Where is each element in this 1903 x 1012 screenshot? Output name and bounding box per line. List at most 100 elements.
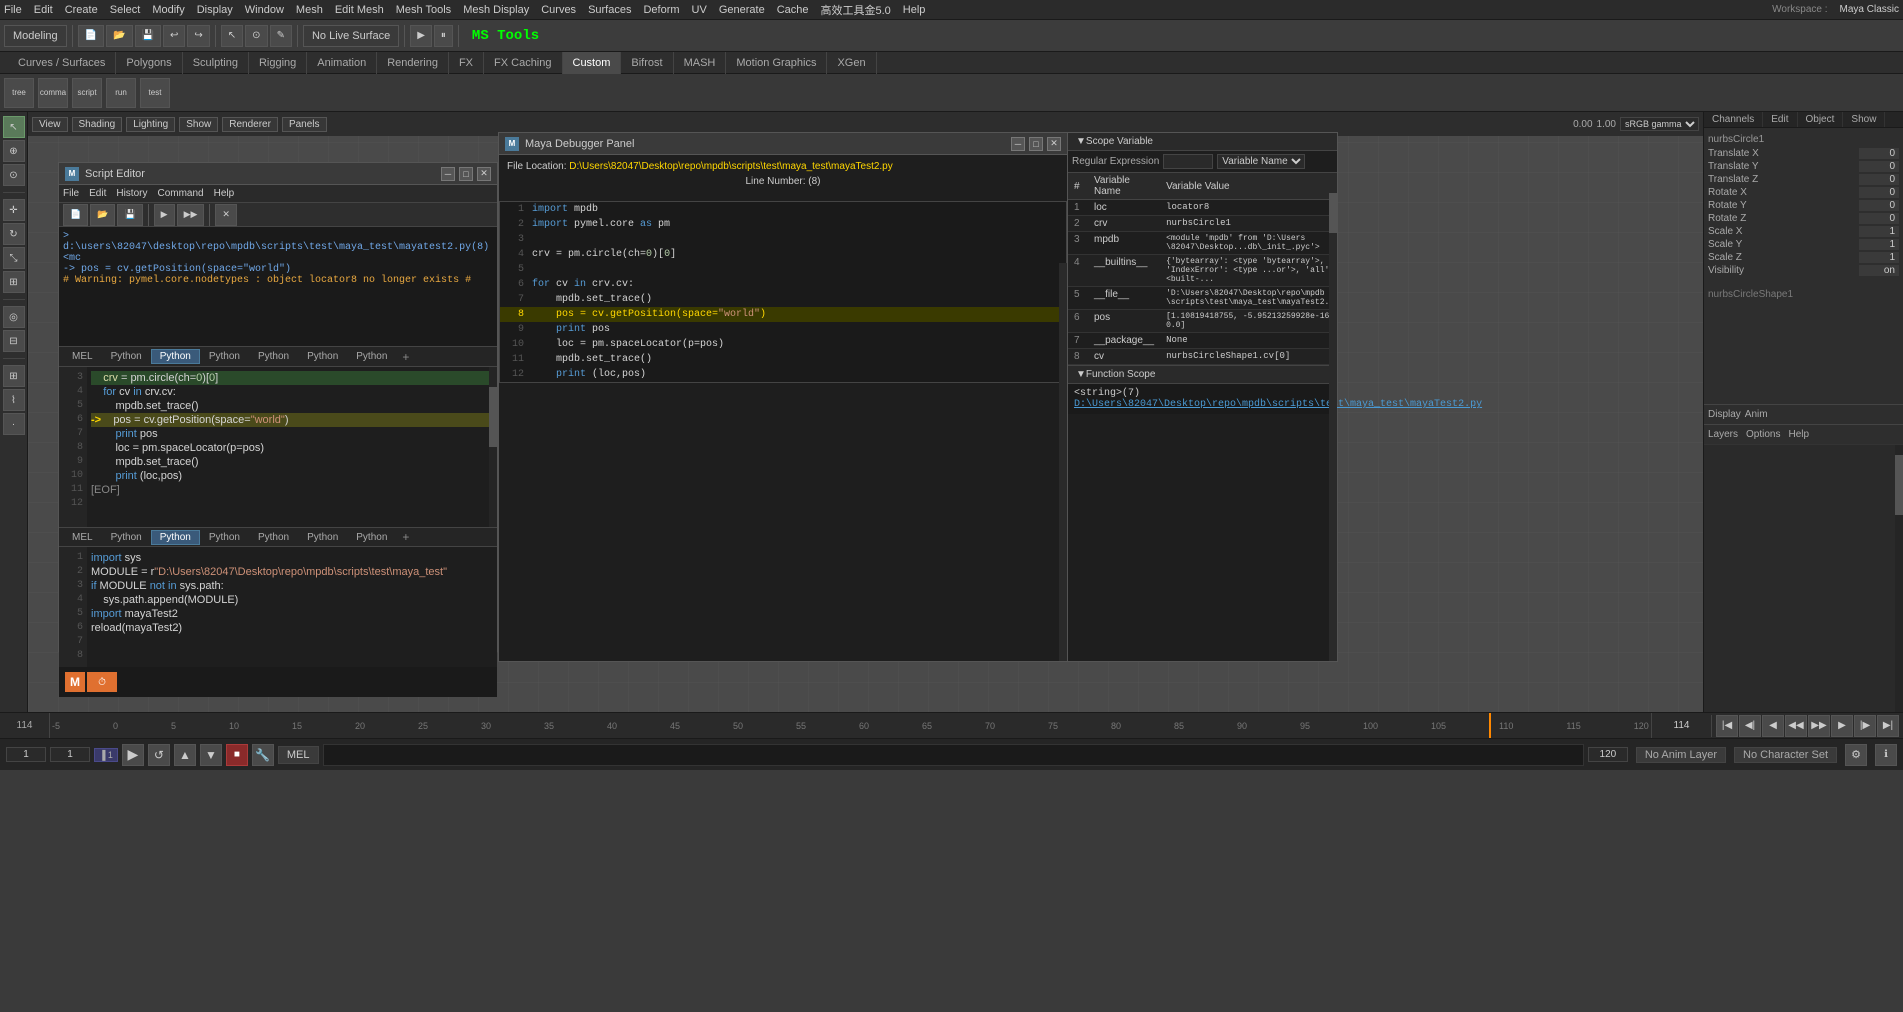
debugger-close-btn[interactable]: ✕ — [1047, 137, 1061, 151]
shelf-icon-run[interactable]: run — [106, 78, 136, 108]
menu-deform[interactable]: Deform — [643, 4, 679, 16]
shelf-tab-mash[interactable]: MASH — [674, 52, 727, 74]
shelf-tab-motion[interactable]: Motion Graphics — [726, 52, 827, 74]
shelf-tab-animation[interactable]: Animation — [307, 52, 377, 74]
debugger-minimize-btn[interactable]: ─ — [1011, 137, 1025, 151]
vp-renderer-btn[interactable]: Renderer — [222, 117, 278, 132]
scope-filter-input[interactable] — [1163, 154, 1213, 169]
vp-lighting-btn[interactable]: Lighting — [126, 117, 175, 132]
shelf-tab-polygons[interactable]: Polygons — [116, 52, 182, 74]
play-up-btn[interactable]: ▲ — [174, 744, 196, 766]
play-down-btn[interactable]: ▼ — [200, 744, 222, 766]
shelf-tab-sculpting[interactable]: Sculpting — [183, 52, 249, 74]
menu-generate[interactable]: Generate — [719, 4, 765, 16]
menu-curves[interactable]: Curves — [541, 4, 576, 16]
se-upper-tab-mel[interactable]: MEL — [63, 349, 102, 364]
channels-object-tab[interactable]: Object — [1798, 112, 1844, 127]
menu-edit[interactable]: Edit — [34, 4, 53, 16]
soft-mod-btn[interactable]: ◎ — [3, 306, 25, 328]
tl-prev-frame-btn[interactable]: ◀ — [1762, 715, 1784, 737]
start-frame-input[interactable] — [6, 747, 46, 762]
mel-lang-btn[interactable]: MEL — [278, 746, 319, 764]
lower-code-content[interactable]: import sys MODULE = r"D:\Users\82047\Des… — [87, 547, 497, 667]
shelf-icon-tree[interactable]: tree — [4, 78, 34, 108]
scope-scrollbar-thumb[interactable] — [1329, 193, 1337, 233]
channels-edit-tab[interactable]: Edit — [1763, 112, 1797, 127]
undo-btn[interactable]: ↩ — [163, 25, 185, 47]
info-icon[interactable]: ℹ — [1875, 744, 1897, 766]
se-upper-tab-py2[interactable]: Python — [151, 349, 200, 364]
se-lower-tab-add[interactable]: + — [396, 529, 415, 545]
channels-tab[interactable]: Channels — [1704, 112, 1763, 127]
settings-icon[interactable]: ⚙ — [1845, 744, 1867, 766]
play-fwd-main-btn[interactable]: ▶ — [122, 744, 144, 766]
shelf-tab-fx[interactable]: FX — [449, 52, 484, 74]
move-tool-btn[interactable]: ✛ — [3, 199, 25, 221]
fn-scope-link[interactable]: D:\Users\82047\Desktop\repo\mpdb\scripts… — [1074, 399, 1331, 410]
se-lower-tab-py2[interactable]: Python — [151, 530, 200, 545]
scope-scrollbar[interactable] — [1329, 183, 1337, 661]
workspace-dropdown[interactable]: Modeling — [4, 25, 67, 47]
se-lower-tab-mel[interactable]: MEL — [63, 530, 102, 545]
menu-modify[interactable]: Modify — [152, 4, 184, 16]
se-command[interactable]: Command — [157, 188, 203, 199]
se-lower-tab-py5[interactable]: Python — [298, 530, 347, 545]
current-frame-input-main[interactable] — [50, 747, 90, 762]
se-lower-tab-py6[interactable]: Python — [347, 530, 396, 545]
se-upper-tab-py5[interactable]: Python — [298, 349, 347, 364]
close-btn[interactable]: ✕ — [477, 167, 491, 181]
channel-scrollbar[interactable] — [1895, 445, 1903, 713]
se-new-btn[interactable]: 📄 — [63, 204, 88, 226]
options-btn[interactable]: Options — [1746, 429, 1780, 440]
shelf-icon-comma[interactable]: comma — [38, 78, 68, 108]
snap-grid-btn[interactable]: ⊞ — [3, 365, 25, 387]
stop-main-btn[interactable]: ■ — [226, 744, 248, 766]
pause-btn[interactable]: ⏸ — [434, 25, 453, 47]
shelf-tab-curves[interactable]: Curves / Surfaces — [8, 52, 116, 74]
vp-show-btn[interactable]: Show — [179, 117, 218, 132]
se-upper-tab-py4[interactable]: Python — [249, 349, 298, 364]
se-clear-btn[interactable]: ✕ — [215, 204, 237, 226]
end-frame-display[interactable] — [1588, 747, 1628, 762]
redo-btn[interactable]: ↪ — [187, 25, 209, 47]
menu-mesh-display[interactable]: Mesh Display — [463, 4, 529, 16]
save-scene-btn[interactable]: 💾 — [135, 25, 161, 47]
vp-view-btn[interactable]: View — [32, 117, 68, 132]
minimize-btn[interactable]: ─ — [441, 167, 455, 181]
gamma-select[interactable]: sRGB gamma — [1620, 117, 1699, 131]
debugger-maximize-btn[interactable]: □ — [1029, 137, 1043, 151]
universal-manip-btn[interactable]: ⊞ — [3, 271, 25, 293]
se-lower-tab-py1[interactable]: Python — [102, 530, 151, 545]
tl-play-fwd-btn[interactable]: ▶▶ — [1808, 715, 1830, 737]
se-run-all-btn[interactable]: ▶▶ — [177, 204, 205, 226]
menu-file[interactable]: File — [4, 4, 22, 16]
debugger-code-area[interactable]: 1 import mpdb 2 import pymel.core as pm … — [499, 201, 1067, 383]
show-manip-btn[interactable]: ⊟ — [3, 330, 25, 352]
menu-edit-mesh[interactable]: Edit Mesh — [335, 4, 384, 16]
menu-create[interactable]: Create — [65, 4, 98, 16]
help-channel-btn[interactable]: Help — [1788, 429, 1809, 440]
se-edit[interactable]: Edit — [89, 188, 106, 199]
anim-tab[interactable]: Anim — [1745, 409, 1768, 420]
menu-help[interactable]: Help — [903, 4, 926, 16]
live-surface-dropdown[interactable]: No Live Surface — [303, 25, 399, 47]
menu-cache[interactable]: Cache — [777, 4, 809, 16]
tl-go-start-btn[interactable]: |◀ — [1716, 715, 1738, 737]
snap-curve-btn[interactable]: ⌇ — [3, 389, 25, 411]
shelf-tab-custom[interactable]: Custom — [563, 52, 622, 74]
menu-tools[interactable]: 高效工具金5.0 — [821, 2, 891, 18]
viewport[interactable]: View Shading Lighting Show Renderer Pane… — [28, 112, 1703, 712]
play-btn[interactable]: ▶ — [410, 25, 432, 47]
tl-prev-key-btn[interactable]: ◀| — [1739, 715, 1761, 737]
shelf-tab-rendering[interactable]: Rendering — [377, 52, 449, 74]
shelf-tab-bifrost[interactable]: Bifrost — [621, 52, 673, 74]
se-file[interactable]: File — [63, 188, 79, 199]
menu-select[interactable]: Select — [110, 4, 141, 16]
menu-display[interactable]: Display — [197, 4, 233, 16]
tl-play-back-btn[interactable]: ◀◀ — [1785, 715, 1807, 737]
se-open-btn[interactable]: 📂 — [90, 204, 115, 226]
paint-tool-btn[interactable]: ✎ — [270, 25, 292, 47]
menu-uv[interactable]: UV — [692, 4, 707, 16]
lasso-tool-btn[interactable]: ⊙ — [245, 25, 267, 47]
scale-tool-btn[interactable]: ⤡ — [3, 247, 25, 269]
